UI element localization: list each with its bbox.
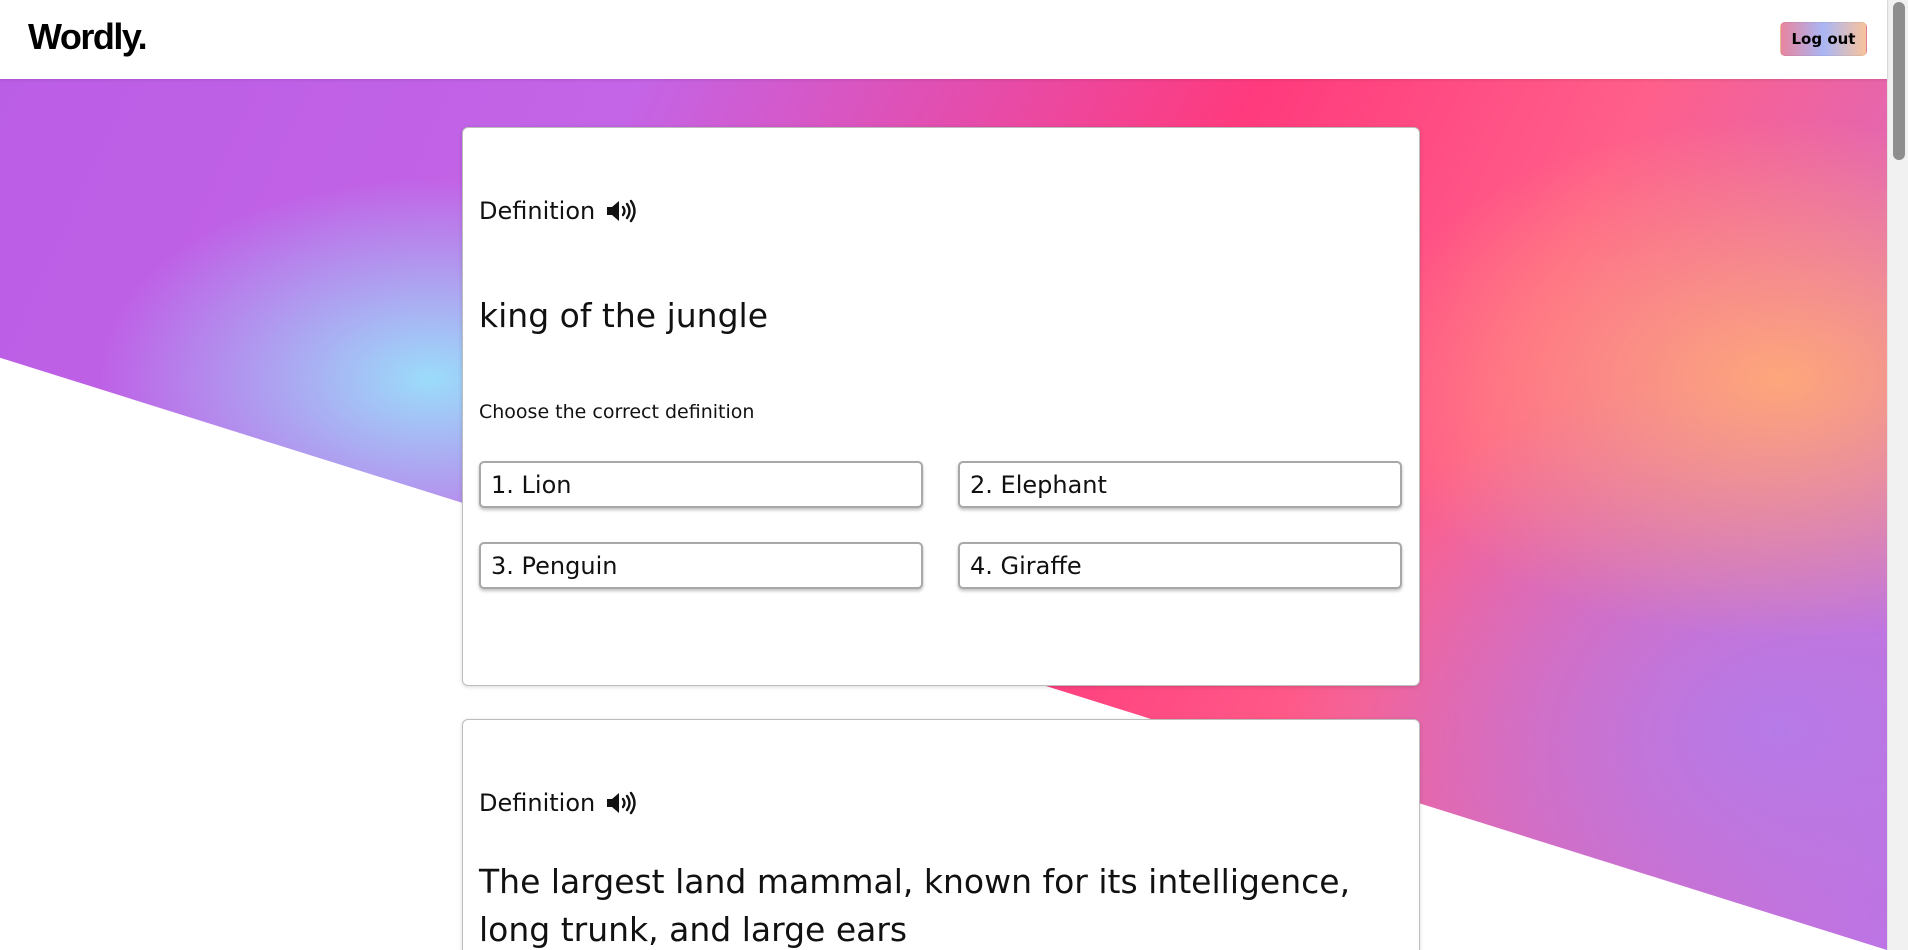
quiz-prompt: The largest land mammal, known for its i…	[479, 862, 1351, 949]
quiz-prompt: king of the jungle	[479, 296, 768, 335]
instruction-text: Choose the correct definition	[479, 401, 755, 423]
answer-option-1[interactable]: 1. Lion	[479, 461, 923, 508]
app-logo[interactable]: Wordly.	[28, 16, 148, 58]
logout-button[interactable]: Log out	[1780, 22, 1867, 56]
card-label-row: Definition	[479, 197, 637, 225]
definition-label: Definition	[479, 197, 596, 225]
speaker-volume-icon[interactable]	[605, 791, 637, 815]
vertical-scrollbar[interactable]	[1887, 0, 1908, 950]
answer-option-3[interactable]: 3. Penguin	[479, 542, 923, 589]
scrollbar-thumb[interactable]	[1893, 2, 1905, 160]
answer-option-4[interactable]: 4. Giraffe	[958, 542, 1402, 589]
card-label-row: Definition	[479, 789, 637, 817]
answer-option-2[interactable]: 2. Elephant	[958, 461, 1402, 508]
quiz-card: Definition king of the jungle Choose the…	[462, 127, 1420, 686]
speaker-volume-icon[interactable]	[605, 199, 637, 223]
definition-label: Definition	[479, 789, 596, 817]
page: Wordly. Log out Definition king of the j…	[0, 0, 1908, 950]
quiz-card: Definition The largest land mammal, know…	[462, 719, 1420, 950]
top-navbar: Wordly. Log out	[0, 0, 1887, 79]
